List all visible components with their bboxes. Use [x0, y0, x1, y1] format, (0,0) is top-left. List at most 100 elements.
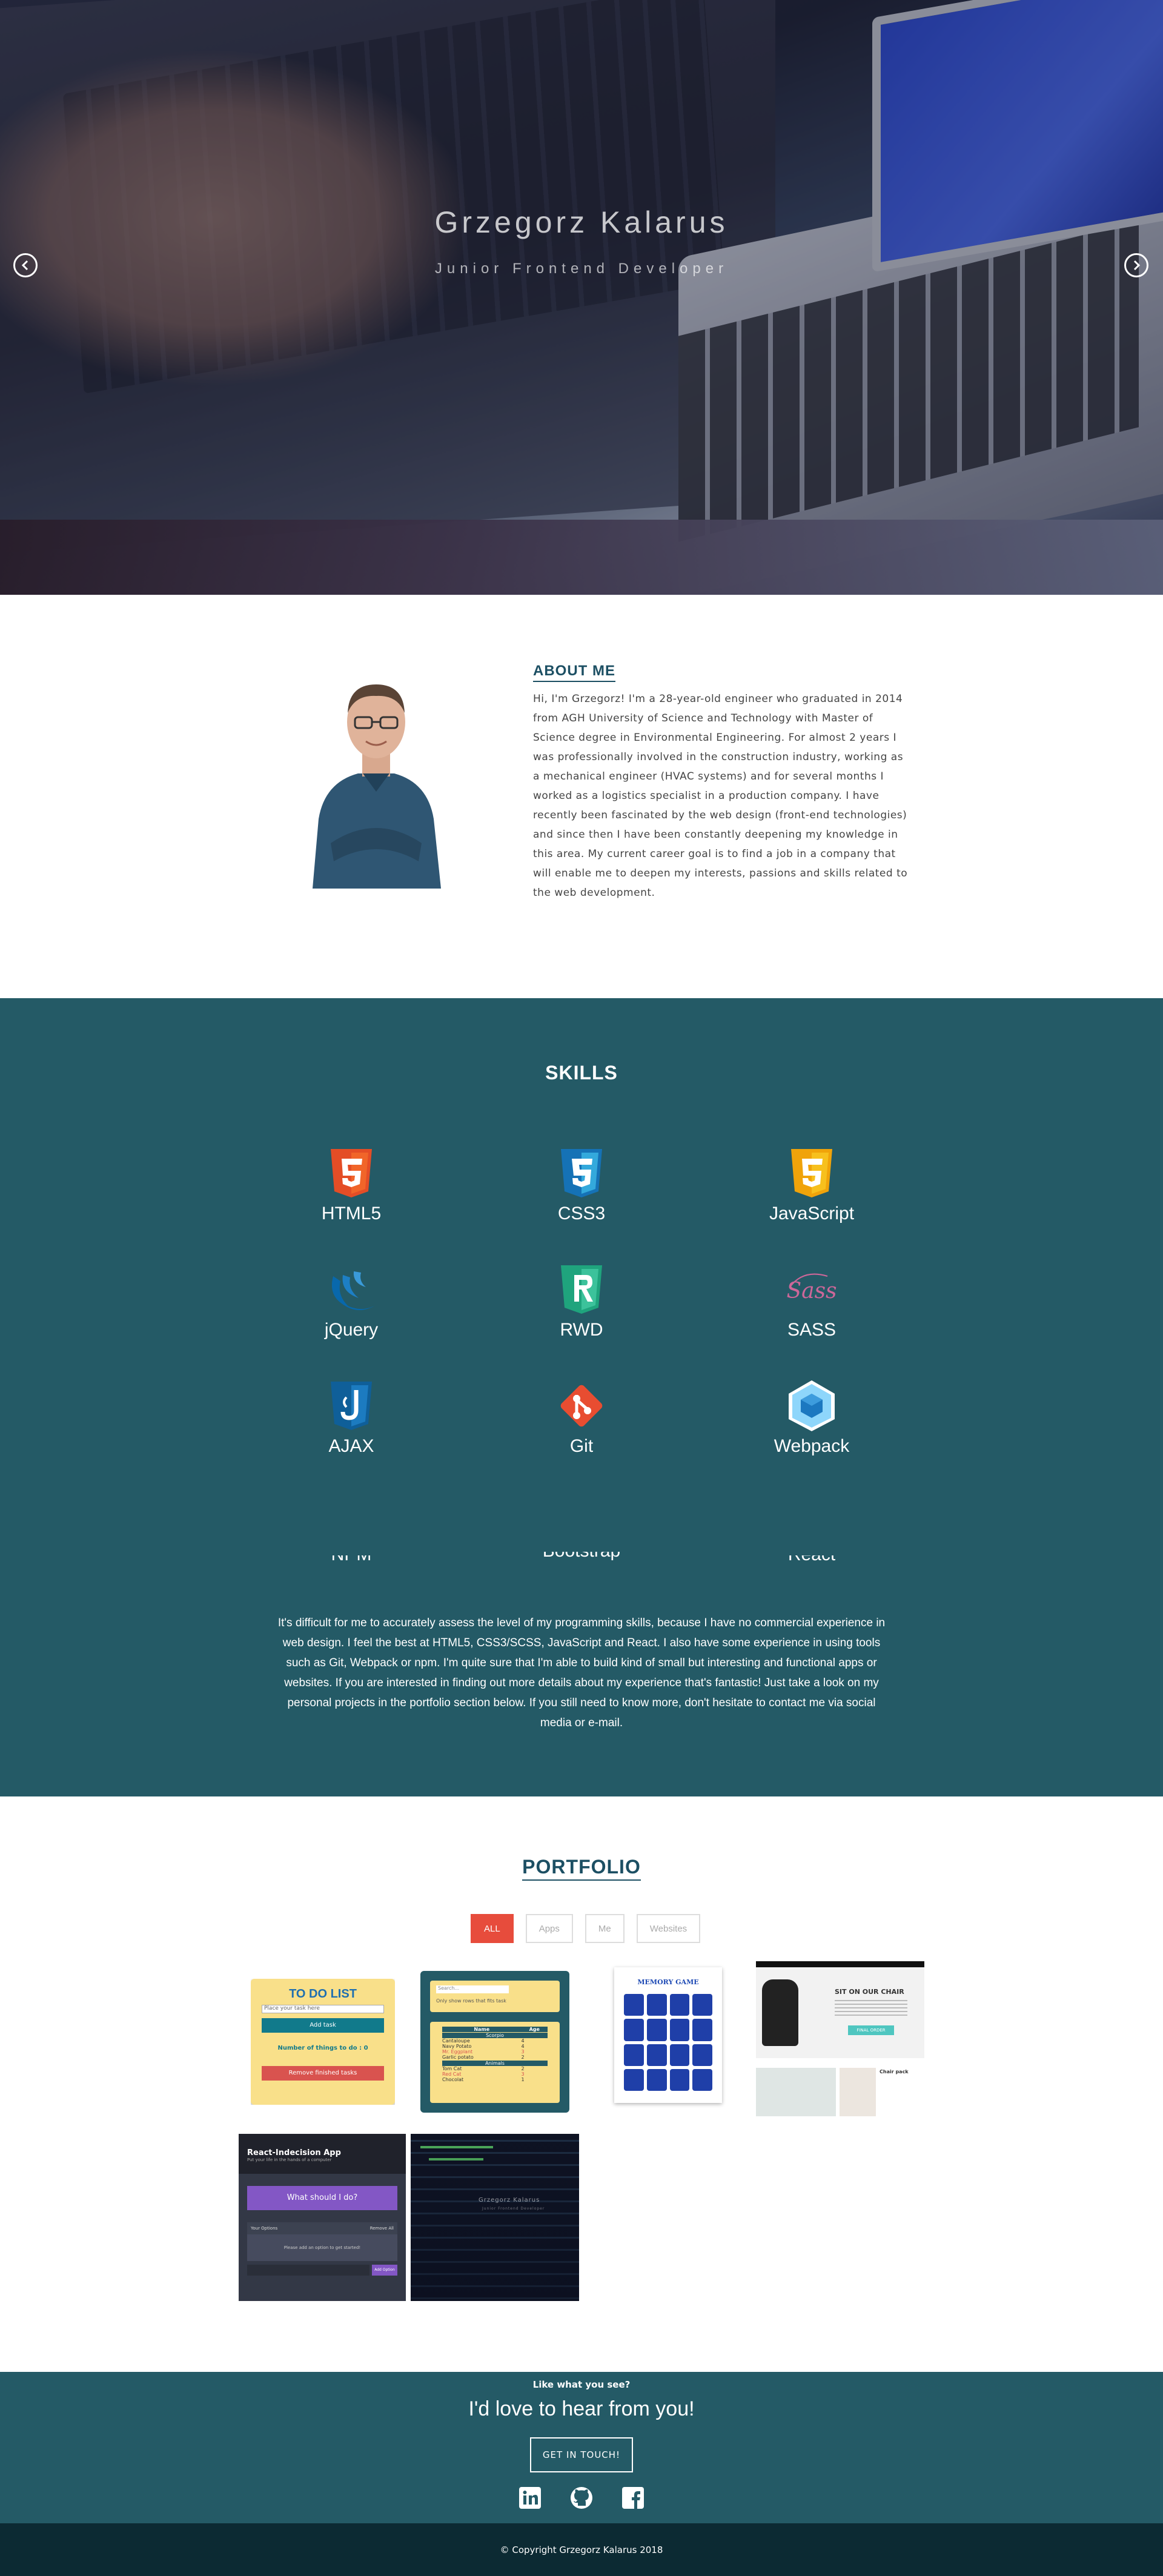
skill-label: SASS: [787, 1320, 837, 1340]
project-chair-website[interactable]: SIT ON OUR CHAIR FINAL ORDER Chair pack: [756, 1961, 924, 2117]
table-row: Chocolat 1: [442, 2077, 548, 2082]
chair-title: SIT ON OUR CHAIR: [835, 1988, 904, 1996]
project-todo-list[interactable]: TO DO LIST Place your task here Add task…: [251, 1979, 395, 2105]
table-cell: 3: [521, 2049, 525, 2055]
todo-title: TO DO LIST: [289, 1987, 357, 2001]
memory-card: [692, 2019, 712, 2041]
get-in-touch-button[interactable]: GET IN TOUCH!: [530, 2437, 633, 2472]
memory-grid: [624, 1994, 712, 2091]
indecision-title: React-Indecision App: [247, 2148, 341, 2157]
indecision-options-bar: Your Options Remove All: [247, 2222, 397, 2234]
carousel-prev-button[interactable]: [13, 253, 38, 277]
sass-icon: Sass: [786, 1273, 837, 1303]
hero-overlay: [0, 0, 1163, 595]
hero-subtitle: Junior Frontend Developer: [434, 260, 729, 277]
project-indecision-app[interactable]: React-Indecision App Put your life in th…: [239, 2134, 406, 2301]
indecision-remove-all: Remove All: [369, 2226, 394, 2231]
skill-label: Git: [569, 1436, 594, 1456]
skill-git: Git: [509, 1379, 654, 1457]
skill-label: Webpack: [774, 1436, 850, 1456]
table-content: Name Age Scorpio Cantaloupe 4 Navy Potato…: [430, 2022, 560, 2103]
chair-image: [762, 1979, 798, 2046]
table-checkbox-label: Only show rows that fits task: [436, 1998, 506, 2004]
table-row: Cantaloupe 4: [442, 2038, 548, 2044]
skill-label: JavaScript: [769, 1204, 855, 1223]
about-content: ABOUT ME Hi, I'm Grzegorz! I'm a 28-year…: [533, 663, 909, 902]
indecision-empty: Please add an option to get started!: [247, 2234, 397, 2261]
javascript-icon: [791, 1149, 832, 1197]
memory-card: [624, 2019, 644, 2041]
chair-topbar: [756, 1961, 924, 1967]
project-memory-game[interactable]: MEMORY GAME: [614, 1967, 722, 2103]
table-header: Name Age: [442, 2027, 548, 2032]
filter-apps-button[interactable]: Apps: [525, 1914, 573, 1943]
table-cell: 1: [521, 2077, 525, 2082]
skill-bootstrap: Bootstrap: [509, 1552, 654, 1568]
git-icon: [560, 1385, 603, 1427]
skills-heading: SKILLS: [545, 1062, 618, 1084]
filter-websites-button[interactable]: Websites: [636, 1914, 701, 1943]
memory-card: [669, 1994, 690, 2016]
hero-title: Grzegorz Kalarus: [434, 205, 729, 239]
memory-card: [669, 2019, 690, 2041]
project-portfolio-website[interactable]: Grzegorz Kalarus Junior Frontend Develop…: [411, 2134, 579, 2301]
table-cell: 4: [521, 2038, 525, 2044]
skill-label: HTML5: [321, 1204, 382, 1223]
table-row: Garlic potato 2: [442, 2055, 548, 2060]
indecision-options-label: Your Options: [251, 2226, 278, 2231]
facebook-icon[interactable]: [621, 2486, 645, 2510]
chair-hero: SIT ON OUR CHAIR FINAL ORDER: [756, 1967, 924, 2058]
memory-card: [624, 2068, 644, 2091]
jquery-icon: [331, 1271, 376, 1310]
chevron-right-icon: [1133, 260, 1141, 271]
code-overlay-subtitle: Junior Frontend Developer: [482, 2207, 545, 2211]
contact-section: Like what you see? I'd love to hear from…: [0, 2372, 1163, 2523]
indecision-add-row: Add Option: [247, 2265, 397, 2276]
ajax-icon: [331, 1382, 372, 1430]
todo-card: TO DO LIST Place your task here Add task…: [251, 1979, 395, 2105]
table-cell: 3: [521, 2071, 525, 2077]
memory-card: [692, 2044, 712, 2066]
table-col-age: Age: [529, 2027, 540, 2032]
indecision-button: What should I do?: [247, 2186, 397, 2210]
skills-section: SKILLS HTML5 CSS3 JavaScript jQuery RWD …: [0, 998, 1163, 1796]
indecision-header: React-Indecision App Put your life in th…: [239, 2134, 406, 2174]
project-table-app[interactable]: Search... Only show rows that fits task …: [420, 1971, 569, 2113]
table-group: Scorpio: [442, 2033, 548, 2038]
css3-icon: [561, 1149, 602, 1197]
html5-icon: [331, 1149, 372, 1197]
indecision-add-button: Add Option: [372, 2265, 397, 2276]
skill-javascript: JavaScript: [739, 1147, 884, 1224]
skill-label: React: [739, 1555, 884, 1565]
filter-me-button[interactable]: Me: [585, 1914, 625, 1943]
skill-jquery: jQuery: [279, 1263, 424, 1340]
skill-react: React: [739, 1555, 884, 1571]
github-icon[interactable]: [569, 2486, 594, 2510]
table-row: Tom Cat 2: [442, 2066, 548, 2071]
about-section: ABOUT ME Hi, I'm Grzegorz! I'm a 28-year…: [0, 595, 1163, 998]
skill-sass: Sass SASS: [739, 1263, 884, 1340]
memory-card: [692, 1994, 712, 2016]
portfolio-filters: ALL Apps Me Websites: [471, 1914, 701, 1943]
table-cell: Tom Cat: [442, 2066, 462, 2071]
memory-card: [646, 1994, 667, 2016]
memory-card: [646, 2044, 667, 2066]
indecision-subtitle: Put your life in the hands of a computer: [247, 2157, 332, 2162]
code-overlay-title: Grzegorz Kalarus: [479, 2197, 540, 2204]
memory-title: MEMORY GAME: [637, 1978, 699, 1986]
contact-title: I'd love to hear from you!: [468, 2397, 695, 2420]
skill-html5: HTML5: [279, 1147, 424, 1224]
chair-text: [835, 2000, 907, 2016]
hero-carousel: Grzegorz Kalarus Junior Frontend Develop…: [0, 0, 1163, 595]
skill-npm: NPM: [279, 1555, 424, 1571]
memory-card: [692, 2068, 712, 2091]
linkedin-icon[interactable]: [518, 2486, 542, 2510]
skill-ajax: AJAX: [279, 1379, 424, 1457]
portfolio-heading: PORTFOLIO: [522, 1856, 641, 1881]
skill-label: CSS3: [557, 1204, 606, 1223]
skill-rwd: RWD: [509, 1263, 654, 1340]
indecision-input: [247, 2265, 369, 2276]
filter-all-button[interactable]: ALL: [471, 1914, 514, 1943]
carousel-next-button[interactable]: [1124, 253, 1148, 277]
todo-count: Number of things to do : 0: [277, 2045, 368, 2051]
